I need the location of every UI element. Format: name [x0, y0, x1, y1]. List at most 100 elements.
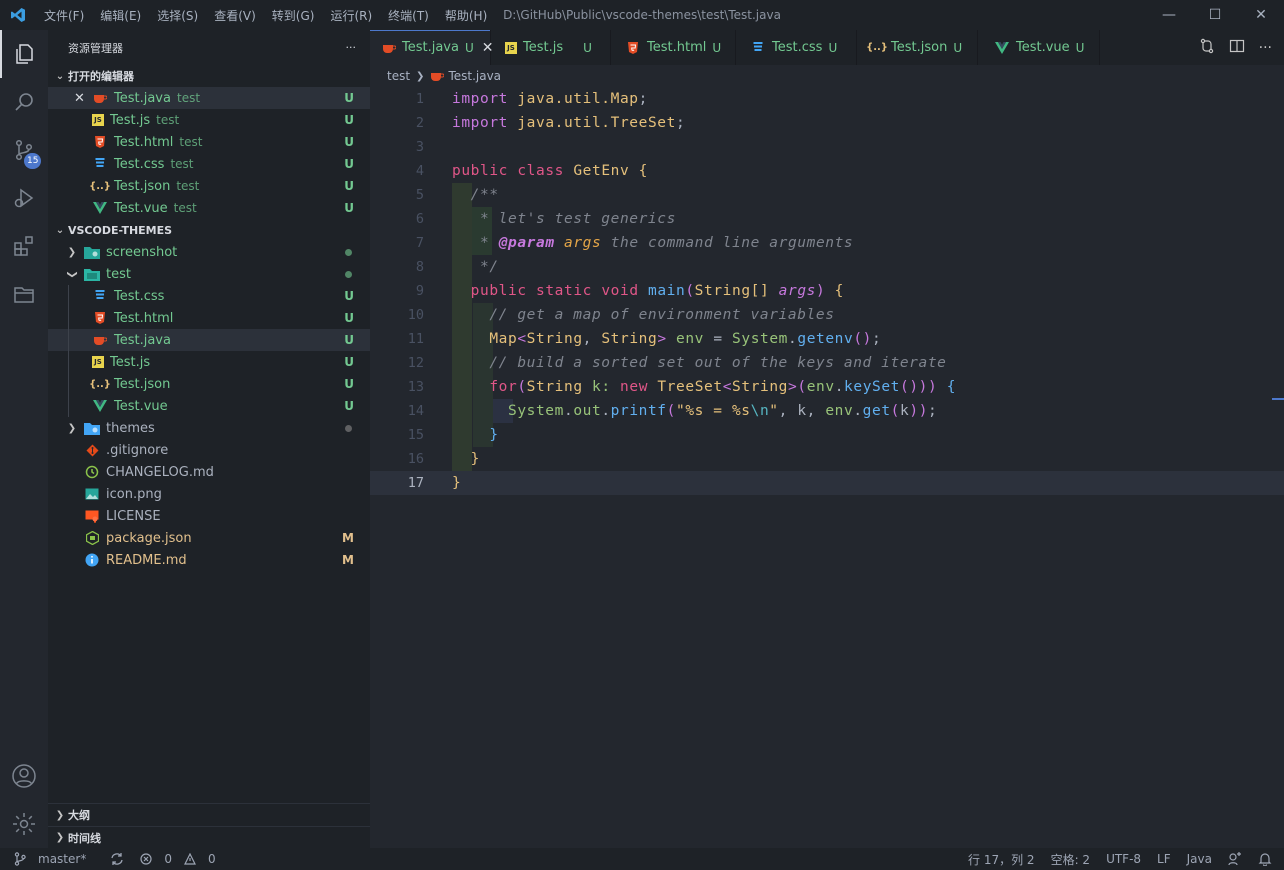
tree-file[interactable]: JS Test.js U — [48, 351, 370, 373]
breadcrumb-folder[interactable]: test — [387, 69, 410, 83]
tab-test-json[interactable]: {..} Test.json U — [857, 30, 978, 65]
code-token: void — [601, 283, 639, 299]
search-icon[interactable] — [0, 78, 48, 126]
file-folder: test — [179, 135, 203, 149]
tree-file[interactable]: Test.html U — [48, 307, 370, 329]
nodejs-icon — [84, 530, 100, 546]
feedback-icon[interactable] — [1220, 852, 1250, 866]
tree-folder-test[interactable]: ❯ test — [48, 263, 370, 285]
code-token: k — [592, 379, 602, 395]
open-changes-icon[interactable] — [1199, 38, 1215, 58]
code-token: main — [648, 283, 686, 299]
open-editors-header[interactable]: ⌄ 打开的编辑器 — [48, 65, 370, 87]
file-name: Test.js — [110, 354, 151, 370]
explorer-icon[interactable] — [0, 30, 48, 78]
tab-test-vue[interactable]: Test.vue U — [978, 30, 1100, 65]
file-name: .gitignore — [106, 442, 169, 458]
file-name: README.md — [106, 552, 187, 568]
workspace-header[interactable]: ⌄ VSCODE-THEMES — [48, 219, 370, 241]
sync-icon[interactable] — [102, 852, 132, 866]
tree-file[interactable]: LICENSE — [48, 505, 370, 527]
js-icon: JS — [92, 114, 104, 126]
tab-test-java[interactable]: Test.java U ✕ — [370, 30, 494, 65]
file-name: Test.vue — [114, 398, 168, 414]
breadcrumb-file[interactable]: Test.java — [448, 69, 501, 83]
encoding[interactable]: UTF-8 — [1098, 852, 1149, 866]
tab-test-css[interactable]: Test.css U — [736, 30, 857, 65]
code-line: 13 for(String k: new TreeSet<String>(env… — [370, 375, 1284, 399]
menu-go[interactable]: 转到(G) — [264, 7, 323, 24]
tree-file[interactable]: {..} Test.json U — [48, 373, 370, 395]
changelog-icon — [84, 464, 100, 480]
source-control-icon[interactable]: 15 — [0, 126, 48, 174]
open-editor-item[interactable]: Test.html test U — [48, 131, 370, 153]
minimize-icon[interactable]: — — [1146, 0, 1192, 30]
tree-file[interactable]: .gitignore — [48, 439, 370, 461]
folder-name: themes — [106, 420, 155, 436]
indent-guide — [68, 373, 69, 395]
open-editor-item[interactable]: ✕ Test.java test U — [48, 87, 370, 109]
code-line: 14 System.out.printf("%s = %s\n", k, env… — [370, 399, 1284, 423]
run-debug-icon[interactable] — [0, 174, 48, 222]
menu-file[interactable]: 文件(F) — [36, 7, 92, 24]
git-status: U — [344, 157, 354, 171]
tree-file[interactable]: CHANGELOG.md — [48, 461, 370, 483]
more-actions-icon[interactable]: ··· — [346, 41, 357, 54]
tree-folder-screenshot[interactable]: ❯ screenshot — [48, 241, 370, 263]
problems-item[interactable]: 0 0 — [132, 852, 231, 866]
line-number: 13 — [407, 379, 424, 395]
outline-header[interactable]: ❯ 大纲 — [48, 804, 370, 826]
language-mode[interactable]: Java — [1179, 852, 1220, 866]
tab-label: Test.css — [772, 40, 823, 55]
tree-file[interactable]: Test.css U — [48, 285, 370, 307]
code-token: { — [638, 163, 648, 179]
maximize-icon[interactable]: ☐ — [1192, 0, 1238, 30]
open-editor-item[interactable]: {..} Test.json test U — [48, 175, 370, 197]
open-editor-item[interactable]: Test.vue test U — [48, 197, 370, 219]
open-editor-item[interactable]: Test.css test U — [48, 153, 370, 175]
css-icon — [92, 288, 108, 304]
menu-run[interactable]: 运行(R) — [322, 7, 380, 24]
tree-file[interactable]: icon.png — [48, 483, 370, 505]
menu-edit[interactable]: 编辑(E) — [92, 7, 149, 24]
tree-file[interactable]: README.md M — [48, 549, 370, 571]
more-actions-icon[interactable]: ··· — [1259, 40, 1272, 56]
tree-file[interactable]: package.json M — [48, 527, 370, 549]
code-token: GetEnv — [573, 163, 630, 179]
sidebar-header: 资源管理器 ··· — [48, 30, 370, 65]
chevron-right-icon: ❯ — [67, 422, 77, 434]
editor-actions: ··· — [1199, 30, 1272, 65]
close-icon[interactable]: ✕ — [74, 91, 90, 106]
editor-tabs: Test.java U ✕ JS Test.js U Test.html U T… — [370, 30, 1284, 65]
git-icon — [84, 442, 100, 458]
close-window-icon[interactable]: ✕ — [1238, 0, 1284, 30]
tree-folder-themes[interactable]: ❯ themes — [48, 417, 370, 439]
menu-terminal[interactable]: 终端(T) — [380, 7, 437, 24]
code-token: String — [526, 379, 583, 395]
tree-file[interactable]: Test.java U — [48, 329, 370, 351]
open-editor-item[interactable]: JS Test.js test U — [48, 109, 370, 131]
split-editor-icon[interactable] — [1229, 38, 1245, 58]
tab-test-html[interactable]: Test.html U — [611, 30, 736, 65]
tab-test-js[interactable]: JS Test.js U — [491, 30, 611, 65]
code-token: static — [536, 283, 592, 299]
cursor-position[interactable]: 行 17，列 2 — [960, 851, 1043, 868]
line-number: 14 — [407, 403, 424, 419]
menu-view[interactable]: 查看(V) — [206, 7, 264, 24]
timeline-header[interactable]: ❯ 时间线 — [48, 826, 370, 848]
menu-help[interactable]: 帮助(H) — [437, 7, 495, 24]
code-token: * — [480, 235, 490, 251]
remote-explorer-icon[interactable] — [0, 270, 48, 318]
notifications-bell-icon[interactable] — [1250, 852, 1280, 866]
extensions-icon[interactable] — [0, 222, 48, 270]
branch-item[interactable]: master* — [0, 852, 102, 866]
indentation[interactable]: 空格: 2 — [1043, 851, 1099, 868]
code-editor[interactable]: 1 import java.util.Map; 2 import java.ut… — [370, 87, 1284, 848]
menu-selection[interactable]: 选择(S) — [149, 7, 206, 24]
git-status: U — [344, 201, 354, 215]
settings-gear-icon[interactable] — [0, 800, 48, 848]
tree-file[interactable]: Test.vue U — [48, 395, 370, 417]
account-icon[interactable] — [0, 752, 48, 800]
end-of-line[interactable]: LF — [1149, 852, 1179, 866]
code-line: 1 import java.util.Map; — [370, 87, 1284, 111]
